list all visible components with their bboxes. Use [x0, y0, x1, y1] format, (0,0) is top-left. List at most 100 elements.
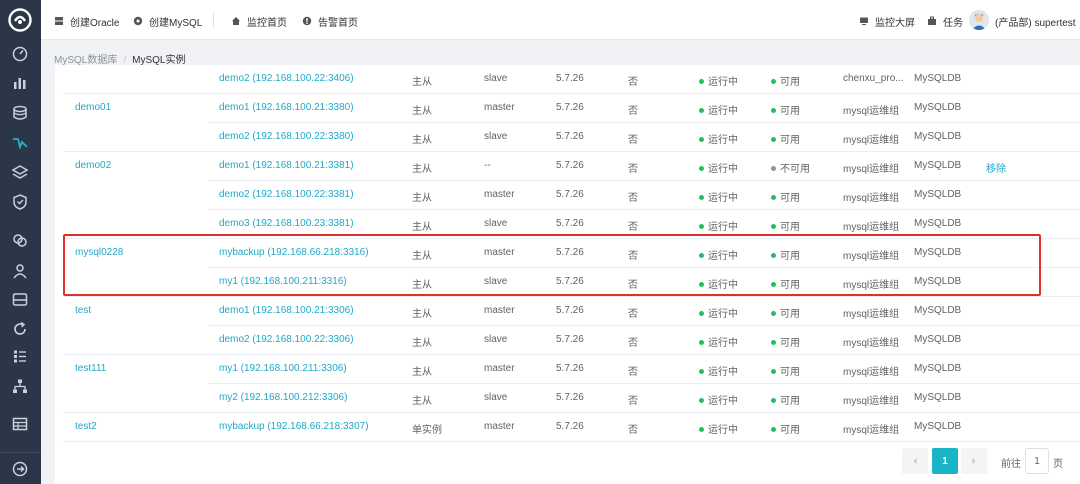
- architecture-cell-text: 单实例: [412, 425, 442, 436]
- instance-name-link[interactable]: demo2 (192.168.100.22:3380): [219, 131, 354, 142]
- remove-link[interactable]: 移除: [986, 160, 1006, 175]
- status-dot: [771, 108, 776, 113]
- team-cell: mysql运维组: [843, 421, 899, 436]
- page-1-button[interactable]: 1: [932, 448, 958, 474]
- role-cell: master: [484, 102, 515, 113]
- instance-name-link-text: my1 (192.168.100.211:3316): [219, 276, 347, 287]
- instance-name-link[interactable]: my1 (192.168.100.211:3306): [219, 363, 347, 374]
- create-mysql-button[interactable]: 创建MySQL: [133, 13, 202, 29]
- table-row: demo2 (192.168.100.22:3306) 主从 slave 5.7.26…: [63, 325, 1080, 355]
- run-status-cell: 运行中: [699, 334, 738, 349]
- architecture-cell: 主从: [412, 334, 432, 349]
- instance-name-link[interactable]: demo2 (192.168.100.22:3406): [219, 73, 354, 84]
- prev-page-button[interactable]: [902, 448, 928, 474]
- status-dot: [771, 166, 776, 171]
- availability-cell-text: 可用: [780, 425, 800, 436]
- table-icon[interactable]: [11, 415, 29, 433]
- cluster-name-cell[interactable]: demo02: [75, 160, 111, 171]
- pulse-icon[interactable]: [11, 133, 29, 151]
- alarm-home-link[interactable]: 告警首页: [302, 13, 358, 29]
- run-status-cell-text: 运行中: [708, 367, 738, 378]
- status-dot: [771, 253, 776, 258]
- server-icon: [55, 17, 63, 25]
- run-status-cell: 运行中: [699, 305, 738, 320]
- db-type-cell: MySQLDB: [914, 160, 961, 171]
- gauge-icon[interactable]: [11, 44, 29, 62]
- tasks-label: 任务: [943, 17, 963, 29]
- monitor-home-link[interactable]: 监控首页: [231, 13, 287, 29]
- run-status-cell: 运行中: [699, 189, 738, 204]
- instance-name-link[interactable]: demo3 (192.168.100.23:3381): [219, 218, 354, 229]
- availability-cell-text: 可用: [780, 135, 800, 146]
- users-icon[interactable]: [11, 262, 29, 280]
- user-avatar[interactable]: [969, 10, 989, 30]
- architecture-cell-text: 主从: [412, 193, 432, 204]
- instance-name-link[interactable]: mybackup (192.168.66.218:3316): [219, 247, 369, 258]
- instance-name-link[interactable]: demo1 (192.168.100.21:3381): [219, 160, 354, 171]
- team-cell-text: mysql运维组: [843, 193, 900, 204]
- status-dot: [699, 340, 704, 345]
- create-oracle-button[interactable]: 创建Oracle: [54, 13, 119, 29]
- version-cell: 5.7.26: [556, 102, 584, 113]
- availability-cell: 可用: [771, 218, 800, 233]
- app-logo-icon[interactable]: [8, 8, 32, 32]
- monitor-screen-link[interactable]: 监控大屏: [859, 13, 915, 29]
- next-page-button[interactable]: [961, 448, 987, 474]
- table-row: mysql0228 mybackup (192.168.66.218:3316) 主…: [63, 239, 1080, 268]
- table-row: demo01 demo1 (192.168.100.21:3380) 主从 maste…: [63, 94, 1080, 123]
- availability-cell: 可用: [771, 102, 800, 117]
- status-dot: [699, 108, 704, 113]
- status-dot: [771, 427, 776, 432]
- architecture-cell-text: 主从: [412, 338, 432, 349]
- availability-cell-text: 可用: [780, 309, 800, 320]
- remove-link-text: 移除: [986, 164, 1006, 175]
- role-cell: slave: [484, 218, 507, 229]
- team-cell: mysql运维组: [843, 334, 899, 349]
- instance-name-link[interactable]: mybackup (192.168.66.218:3307): [219, 421, 369, 432]
- version-cell-text: 5.7.26: [556, 160, 584, 171]
- instance-name-link[interactable]: my1 (192.168.100.211:3316): [219, 276, 347, 287]
- refresh-icon[interactable]: [11, 320, 29, 338]
- logout-icon[interactable]: [11, 460, 29, 478]
- role-cell: slave: [484, 276, 507, 287]
- run-status-cell-text: 运行中: [708, 425, 738, 436]
- flag-cell: 否: [628, 131, 638, 146]
- goto-page-input[interactable]: 1: [1025, 448, 1049, 474]
- cluster-name-cell[interactable]: test2: [75, 421, 97, 432]
- database-icon: [133, 16, 143, 26]
- layers-icon[interactable]: [11, 163, 29, 181]
- instance-name-link[interactable]: demo1 (192.168.100.21:3306): [219, 305, 354, 316]
- storage-icon[interactable]: [11, 290, 29, 308]
- version-cell-text: 5.7.26: [556, 189, 584, 200]
- hierarchy-icon[interactable]: [11, 377, 29, 395]
- role-cell: slave: [484, 334, 507, 345]
- instance-name-link[interactable]: demo2 (192.168.100.22:3306): [219, 334, 354, 345]
- cluster-name-cell[interactable]: mysql0228: [75, 247, 123, 258]
- list-icon[interactable]: [11, 347, 29, 365]
- shield-icon[interactable]: [11, 193, 29, 211]
- team-cell: mysql运维组: [843, 305, 899, 320]
- role-cell-text: slave: [484, 73, 508, 84]
- database-icon[interactable]: [11, 104, 29, 122]
- tasks-link[interactable]: 任务: [927, 13, 963, 29]
- bar-chart-icon[interactable]: [11, 73, 29, 91]
- version-cell-text: 5.7.26: [556, 247, 584, 258]
- team-cell-text: mysql运维组: [843, 251, 900, 262]
- user-menu[interactable]: (产品部) supertest ⌄: [995, 13, 1080, 29]
- db-type-cell-text: MySQLDB: [914, 189, 962, 200]
- instance-name-link[interactable]: demo1 (192.168.100.21:3380): [219, 102, 354, 113]
- cluster-name-cell[interactable]: test111: [75, 363, 106, 374]
- team-cell-text: mysql运维组: [843, 396, 900, 407]
- cluster-name-cell[interactable]: test: [75, 305, 91, 316]
- cluster-icon[interactable]: [11, 231, 29, 249]
- cluster-name-cell[interactable]: demo01: [75, 102, 111, 113]
- team-cell: mysql运维组: [843, 247, 899, 262]
- table-row: demo2 (192.168.100.22:3380) 主从 slave 5.7.26…: [63, 122, 1080, 152]
- run-status-cell-text: 运行中: [708, 164, 738, 175]
- flag-cell: 否: [628, 247, 638, 262]
- flag-cell-text: 否: [628, 367, 638, 378]
- version-cell: 5.7.26: [556, 73, 584, 84]
- instance-name-link[interactable]: my2 (192.168.100.212:3306): [219, 392, 347, 403]
- instance-name-link[interactable]: demo2 (192.168.100.22:3381): [219, 189, 354, 200]
- availability-cell-text: 可用: [780, 77, 800, 88]
